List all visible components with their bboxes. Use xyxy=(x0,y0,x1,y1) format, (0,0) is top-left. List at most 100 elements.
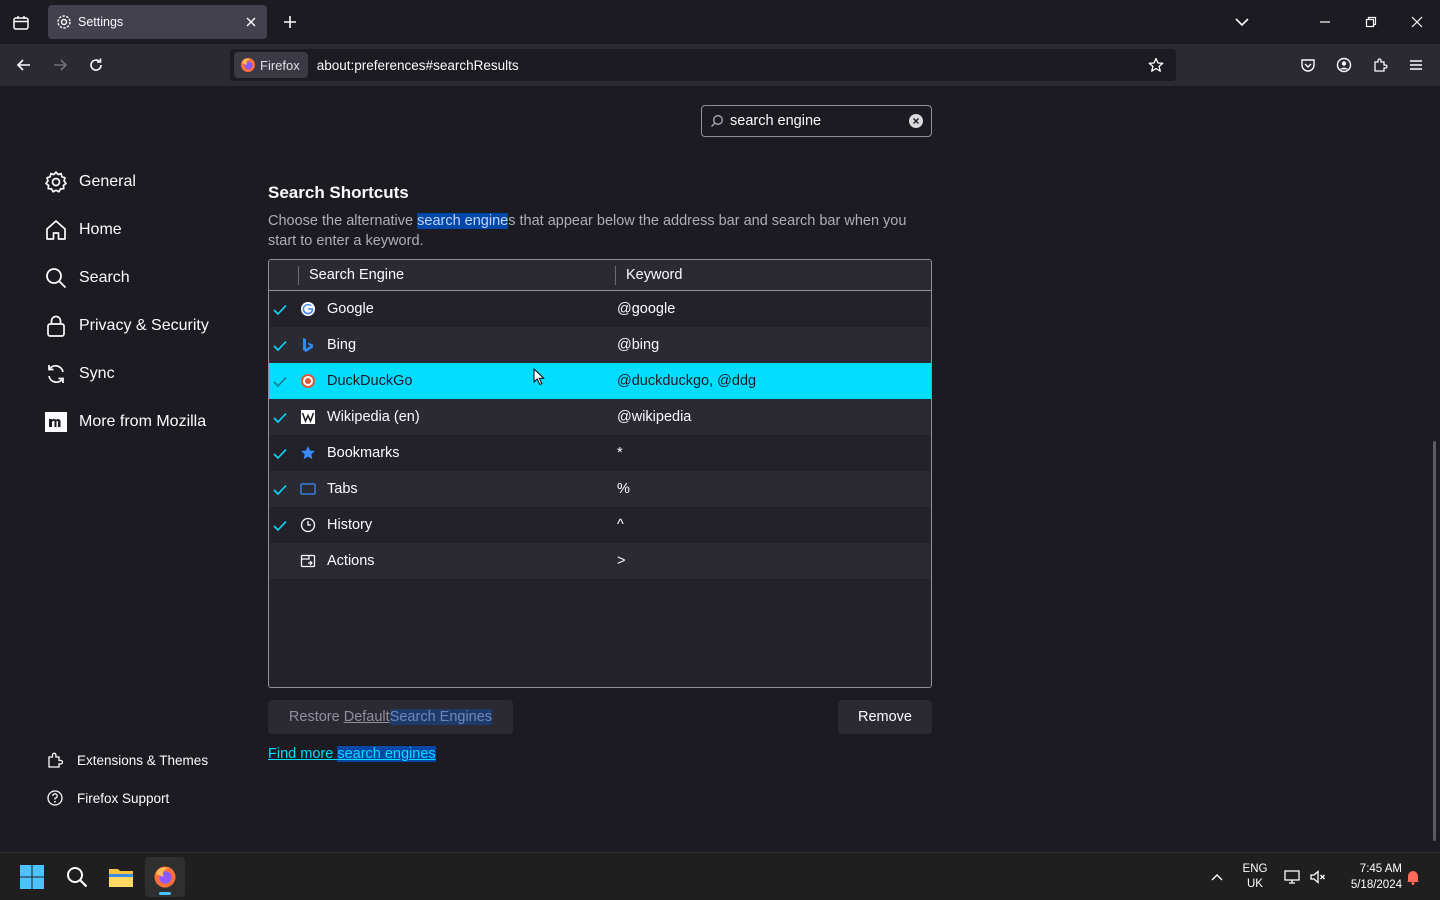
sidebar-item-label: General xyxy=(79,173,136,190)
search-shortcuts-table: Search Engine Keyword Google @google Bin… xyxy=(268,259,932,688)
clock-time: 7:45 AM xyxy=(1359,863,1402,875)
engine-keyword[interactable]: @wikipedia xyxy=(617,409,691,425)
address-bar[interactable]: Firefox about:preferences#searchResults xyxy=(230,49,1176,81)
url-text[interactable]: about:preferences#searchResults xyxy=(317,58,1142,73)
checkmark-icon xyxy=(273,448,287,460)
search-highlight: Search Engines xyxy=(389,709,493,725)
mouse-cursor xyxy=(533,368,545,386)
table-row[interactable]: Actions > xyxy=(269,543,931,579)
engine-name: DuckDuckGo xyxy=(327,373,413,389)
enabled-checkbox[interactable] xyxy=(272,446,288,462)
start-button[interactable] xyxy=(12,857,52,897)
table-row-selected[interactable]: DuckDuckGo @duckduckgo, @ddg xyxy=(269,363,931,399)
lock-icon xyxy=(47,315,65,337)
column-header-keyword[interactable]: Keyword xyxy=(626,267,682,283)
duckduckgo-icon xyxy=(300,373,316,389)
bookmark-page-button[interactable] xyxy=(1142,51,1170,79)
clock-date: 5/18/2024 xyxy=(1350,879,1402,891)
sidebar-item-label: Sync xyxy=(79,365,115,382)
restore-default-search-engines-button[interactable]: Restore Default Search Engines xyxy=(268,700,513,734)
desc-text: Choose the alternative xyxy=(268,213,418,229)
app-menu-button[interactable] xyxy=(1402,51,1430,79)
volume-muted-icon xyxy=(1310,870,1325,884)
tab-title: Settings xyxy=(78,15,124,29)
account-button[interactable] xyxy=(1330,51,1358,79)
restore-button[interactable] xyxy=(1356,8,1386,36)
sidebar-item-search[interactable]: Search xyxy=(44,260,244,296)
preferences-page: General Home Search Privacy & Security S… xyxy=(0,86,1440,852)
remove-button[interactable]: Remove xyxy=(838,700,932,734)
column-divider xyxy=(615,266,616,285)
engine-keyword[interactable]: @google xyxy=(617,301,675,317)
pocket-icon xyxy=(1301,59,1315,72)
home-icon xyxy=(46,220,66,240)
sidebar-item-general[interactable]: General xyxy=(44,164,244,200)
forward-button[interactable] xyxy=(46,51,74,79)
reload-button[interactable] xyxy=(82,51,110,79)
list-all-tabs-button[interactable] xyxy=(1230,10,1254,34)
enabled-checkbox[interactable] xyxy=(272,482,288,498)
engine-keyword[interactable]: ^ xyxy=(617,517,624,533)
taskbar-search-button[interactable] xyxy=(57,857,97,897)
enabled-checkbox[interactable] xyxy=(272,374,288,390)
extensions-themes-link[interactable]: Extensions & Themes xyxy=(46,742,246,778)
table-row[interactable]: Tabs % xyxy=(269,471,931,507)
enabled-checkbox[interactable] xyxy=(272,302,288,318)
pocket-button[interactable] xyxy=(1294,51,1322,79)
sidebar-item-home[interactable]: Home xyxy=(44,212,244,248)
sync-icon xyxy=(48,365,64,383)
notifications-button[interactable] xyxy=(1403,861,1423,893)
engine-keyword[interactable]: % xyxy=(617,481,630,497)
table-row[interactable]: Bookmarks * xyxy=(269,435,931,471)
table-row[interactable]: Google @google xyxy=(269,291,931,327)
tab-close-button[interactable] xyxy=(239,10,263,34)
new-tab-button[interactable] xyxy=(278,10,302,34)
file-explorer-button[interactable] xyxy=(101,857,141,897)
clear-search-button[interactable] xyxy=(909,114,923,128)
mozilla-icon xyxy=(45,412,67,432)
enabled-checkbox[interactable] xyxy=(272,338,288,354)
puzzle-icon xyxy=(1374,58,1388,72)
firefox-taskbar-button[interactable] xyxy=(145,857,185,897)
find-more-search-engines-link[interactable]: Find more search engines xyxy=(268,746,436,762)
column-header-search-engine[interactable]: Search Engine xyxy=(309,267,404,283)
table-row[interactable]: History ^ xyxy=(269,507,931,543)
firefox-view-button[interactable] xyxy=(8,10,34,36)
search-highlight: search engine xyxy=(417,213,509,229)
back-button[interactable] xyxy=(10,51,38,79)
search-icon xyxy=(46,268,67,289)
search-icon xyxy=(67,867,88,888)
link-text: Find more xyxy=(268,746,338,762)
tab-settings[interactable]: Settings xyxy=(48,5,267,39)
extensions-button[interactable] xyxy=(1366,51,1394,79)
search-input[interactable] xyxy=(730,113,900,129)
close-window-button[interactable] xyxy=(1402,8,1432,36)
table-row[interactable]: Wikipedia (en) @wikipedia xyxy=(269,399,931,435)
show-hidden-icons-button[interactable] xyxy=(1206,861,1228,893)
engine-keyword[interactable]: @bing xyxy=(617,337,659,353)
input-language-indicator[interactable]: ENG UK xyxy=(1240,862,1270,892)
volume-button[interactable] xyxy=(1308,861,1328,893)
sidebar-item-sync[interactable]: Sync xyxy=(44,356,244,392)
reload-icon xyxy=(90,58,102,71)
firefox-support-link[interactable]: Firefox Support xyxy=(46,780,246,816)
sidebar-item-privacy[interactable]: Privacy & Security xyxy=(44,308,244,344)
network-button[interactable] xyxy=(1282,861,1302,893)
preferences-search-box[interactable] xyxy=(701,105,932,137)
sidebar-item-label: Privacy & Security xyxy=(79,317,209,334)
scrollbar-thumb[interactable] xyxy=(1433,441,1436,841)
minimize-button[interactable] xyxy=(1310,8,1340,36)
windows-taskbar: ENG UK 7:45 AM 5/18/2024 xyxy=(0,852,1440,900)
sidebar-item-label: More from Mozilla xyxy=(79,413,207,430)
sidebar-item-more-from-mozilla[interactable]: More from Mozilla xyxy=(44,404,244,440)
table-row[interactable]: Bing @bing xyxy=(269,327,931,363)
engine-keyword[interactable]: * xyxy=(617,445,623,461)
enabled-checkbox[interactable] xyxy=(272,518,288,534)
clock[interactable]: 7:45 AM 5/18/2024 xyxy=(1334,861,1402,893)
identity-box[interactable]: Firefox xyxy=(234,52,308,78)
engine-keyword[interactable]: @duckduckgo, @ddg xyxy=(617,373,756,389)
enabled-checkbox[interactable] xyxy=(272,410,288,426)
hamburger-menu-icon xyxy=(1410,60,1422,70)
section-title: Search Shortcuts xyxy=(268,183,409,202)
engine-keyword[interactable]: > xyxy=(617,553,625,569)
